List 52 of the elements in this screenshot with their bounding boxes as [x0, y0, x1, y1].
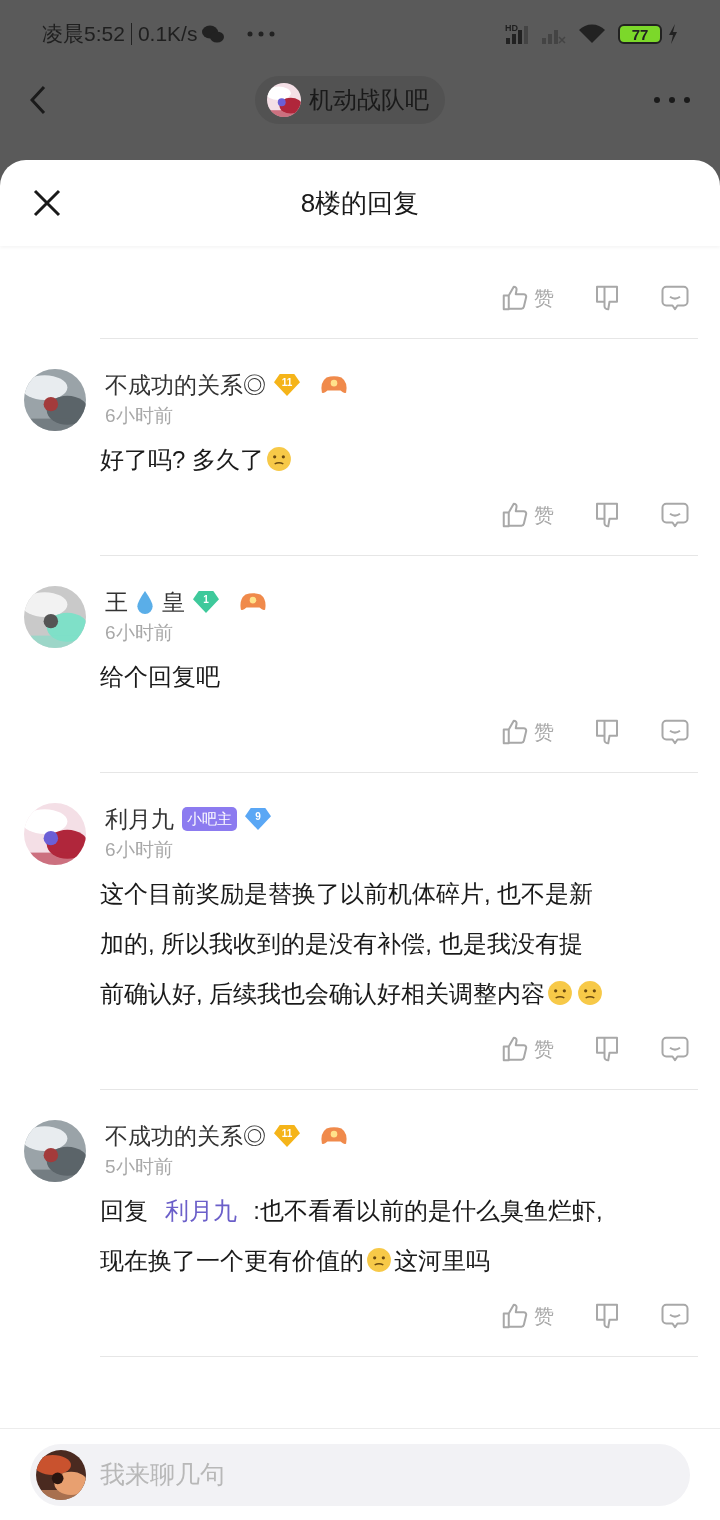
post-time: 5小时前: [105, 1155, 174, 1179]
comment-icon[interactable]: [660, 283, 690, 313]
post-time: 6小时前: [105, 838, 174, 862]
close-icon[interactable]: [32, 188, 62, 218]
comment-text-input[interactable]: 我来聊几句: [100, 1455, 690, 1494]
status-time: 凌晨5:52: [42, 21, 125, 48]
wifi-icon: [578, 24, 606, 44]
back-icon[interactable]: [30, 85, 46, 115]
level-badge: 11: [274, 374, 300, 396]
thumbs-up-icon[interactable]: [500, 283, 530, 313]
sheet-title: 8楼的回复: [299, 186, 421, 220]
chat-icon: [201, 24, 226, 44]
comment-text: 回复 利月九 :也不看看以前的是什么臭鱼烂虾,: [100, 1196, 604, 1226]
charging-icon: [668, 24, 678, 44]
droplet-icon: [136, 590, 154, 614]
comment-text: 前确认好, 后续我也会确认好相关调整内容: [100, 969, 720, 1019]
level-badge: 9: [245, 808, 271, 830]
more-icon: [247, 31, 276, 37]
thumbs-up-icon[interactable]: [500, 1034, 530, 1064]
network-speed: 0.1K/s: [137, 21, 198, 48]
emoji-icon: [577, 980, 604, 1006]
post-time: 6小时前: [105, 404, 174, 428]
emoji-icon: [547, 980, 574, 1006]
post-time: 6小时前: [105, 621, 174, 645]
comment-icon[interactable]: [660, 717, 690, 747]
emoji-icon: [366, 1247, 392, 1273]
thumbs-up-icon[interactable]: [500, 717, 530, 747]
comment-input-field[interactable]: 我来聊几句: [30, 1443, 690, 1506]
comment-text: 现在换了一个更有价值的 这河里吗: [100, 1246, 491, 1276]
comment-text: 给个回复吧: [100, 662, 221, 692]
user-mention-link[interactable]: 利月九: [164, 1197, 237, 1224]
user-name[interactable]: 王: [105, 584, 128, 620]
comment-text: 这个目前奖励是替换了以前机体碎片, 也不是新: [100, 879, 595, 909]
thumbs-up-icon[interactable]: [500, 1301, 530, 1331]
more-icon[interactable]: [654, 97, 690, 103]
comment-text: 好了吗? 多久了: [100, 435, 720, 485]
level-badge: 1: [193, 591, 219, 613]
level-badge: 11: [274, 1125, 300, 1147]
user-name[interactable]: 不成功的关系◎: [105, 367, 266, 403]
hd-label: HD: [505, 22, 518, 35]
user-name[interactable]: 皇: [162, 584, 185, 620]
comment-icon[interactable]: [660, 1301, 690, 1331]
battery-level: 77: [618, 24, 662, 44]
comment-text: 加的, 所以我收到的是没有补偿, 也是我没有提: [100, 929, 584, 959]
signal-icon: [504, 24, 530, 44]
moderator-tag: 小吧主: [182, 807, 237, 831]
comment-icon[interactable]: [660, 500, 690, 530]
emoji-icon: [266, 446, 292, 472]
user-name[interactable]: 不成功的关系◎: [105, 1118, 266, 1154]
comment-icon[interactable]: [660, 1034, 690, 1064]
thumbs-up-icon[interactable]: [500, 500, 530, 530]
user-name[interactable]: 利月九: [105, 801, 174, 837]
